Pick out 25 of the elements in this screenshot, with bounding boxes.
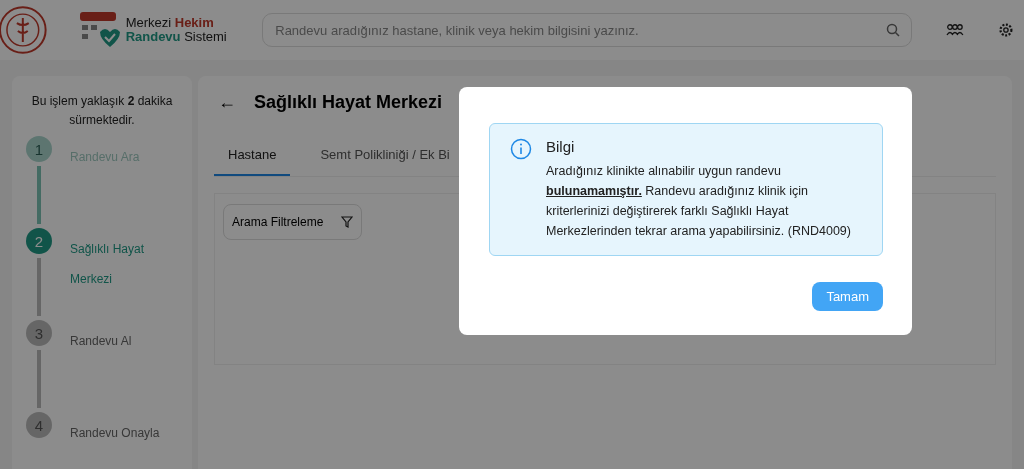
filter-icon: [341, 216, 354, 228]
step-number: 4: [26, 412, 52, 438]
search-icon: [886, 23, 901, 37]
logo-text: Randevu Sistemi: [125, 30, 227, 44]
people-icon[interactable]: [946, 23, 965, 37]
page-title: Sağlıklı Hayat Merkezi: [254, 92, 443, 113]
info-icon: [510, 138, 532, 160]
step-number: 3: [26, 320, 52, 346]
back-button[interactable]: ←: [214, 92, 240, 113]
step-label: Sağlıklı Hayat Merkezi: [70, 241, 146, 288]
tab[interactable]: Semt Polikliniği / Ek Bi: [306, 135, 464, 176]
filter-button[interactable]: Arama Filtreleme: [223, 204, 363, 240]
alert-title: Bilgi: [546, 138, 576, 155]
duration-text: Bu işlem yaklaşık 2 dakika sürmektedir.: [30, 93, 174, 129]
alert-message: Aradığınız klinikte alınabilir uygun randevu bulunamamıştır. Randevu aradığınız klinik için kriterlerinizi değiştirerek farklı Sağlıklı Hayat Merkezlerinden tekrar arama yapabilirsiniz. (RND4009): [546, 163, 852, 240]
tab[interactable]: Hastane: [214, 135, 291, 176]
logo-text: Merkezi Hekim: [125, 16, 215, 30]
calendar-heart-icon: [77, 10, 122, 50]
step-label: Randevu Onayla: [70, 425, 160, 442]
step-number: 1: [26, 136, 52, 162]
search-field[interactable]: Randevu aradığınız hastane, klinik veya hekim bilgisini yazınız.: [262, 13, 913, 47]
step-number: 2: [26, 228, 52, 254]
step-label: Randevu Al: [70, 333, 133, 350]
ministry-emblem-icon: [0, 5, 48, 55]
settings-icon[interactable]: [998, 22, 1014, 38]
